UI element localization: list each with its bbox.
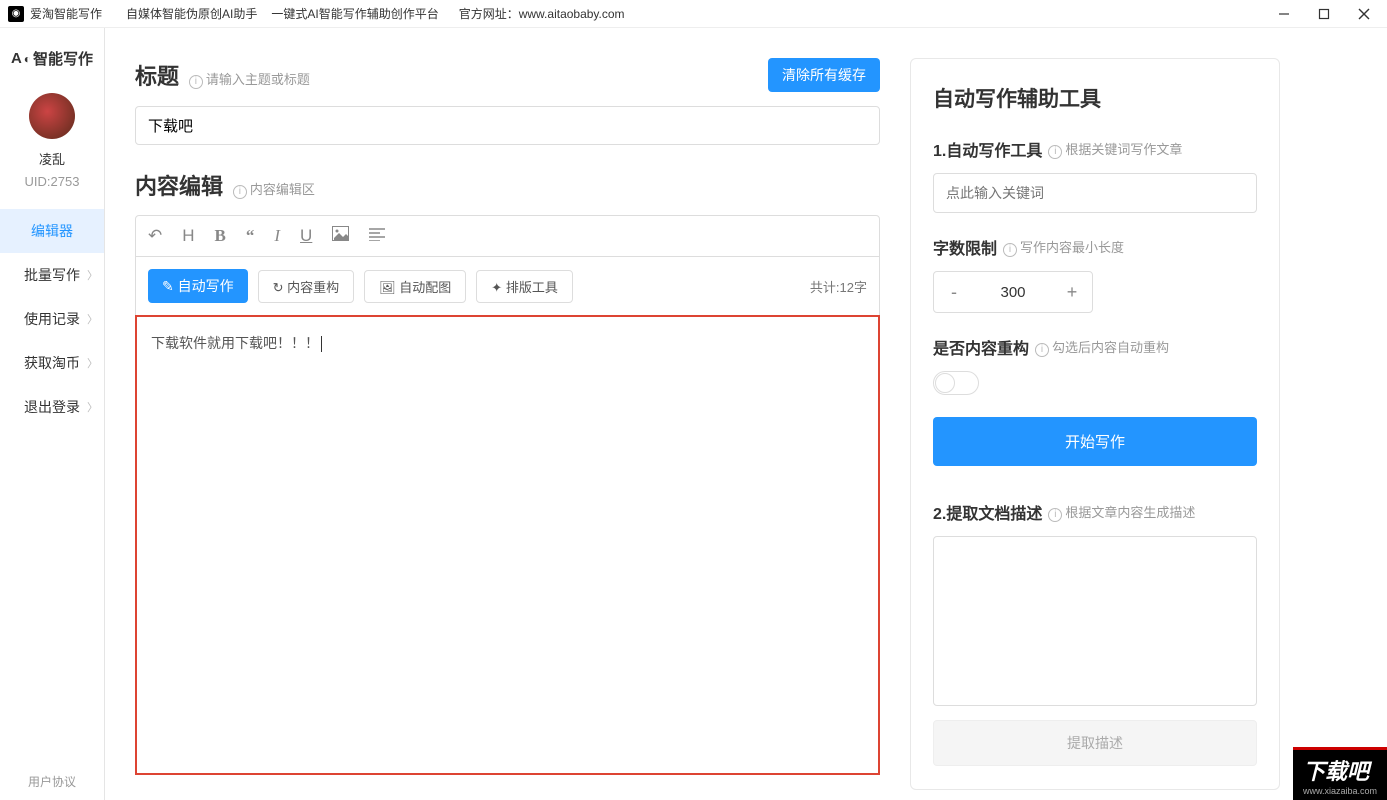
info-icon: i bbox=[1035, 343, 1049, 357]
chevron-right-icon: 〉 bbox=[87, 355, 98, 371]
nav-logout[interactable]: 退出登录〉 bbox=[0, 385, 104, 429]
word-counter: 共计:12字 bbox=[810, 277, 867, 296]
close-button[interactable] bbox=[1349, 1, 1379, 26]
watermark: 下载吧 www.xiazaiba.com bbox=[1293, 747, 1387, 800]
content-hint: i内容编辑区 bbox=[233, 182, 315, 197]
site-label: 官方网址： bbox=[459, 5, 519, 22]
bold-icon[interactable]: B bbox=[215, 226, 226, 246]
description-textarea[interactable] bbox=[933, 536, 1257, 706]
nav-editor[interactable]: 编辑器 bbox=[0, 209, 104, 253]
extract-button[interactable]: 提取描述 bbox=[933, 720, 1257, 766]
sidebar: A◐ 智能写作 凌乱 UID:2753 编辑器 批量写作〉 使用记录〉 获取淘币… bbox=[0, 28, 105, 800]
tools-panel: 自动写作辅助工具 1.自动写作工具 i根据关键词写作文章 字数限制 i写作内容最… bbox=[910, 58, 1280, 790]
quote-icon[interactable]: “ bbox=[246, 226, 255, 246]
undo-icon[interactable]: ↶ bbox=[148, 226, 162, 246]
info-icon: i bbox=[1003, 243, 1017, 257]
nav-coins[interactable]: 获取淘币〉 bbox=[0, 341, 104, 385]
rebuild-toggle[interactable] bbox=[933, 371, 979, 395]
chevron-right-icon: 〉 bbox=[87, 399, 98, 415]
tagline-1: 自媒体智能伪原创AI助手 bbox=[126, 5, 257, 22]
rebuild-button[interactable]: ↻ 内容重构 bbox=[258, 270, 355, 303]
image-icon[interactable] bbox=[332, 226, 349, 246]
auto-write-section-label: 1.自动写作工具 i根据关键词写作文章 bbox=[933, 137, 1257, 161]
word-limit-stepper: - 300 + bbox=[933, 271, 1093, 313]
stepper-minus[interactable]: - bbox=[934, 272, 974, 312]
italic-icon[interactable]: I bbox=[274, 226, 280, 246]
username: 凌乱 bbox=[39, 149, 65, 168]
auto-image-button[interactable]: 🖼 自动配图 bbox=[364, 270, 466, 303]
title-input[interactable] bbox=[135, 106, 880, 145]
info-icon: i bbox=[1048, 508, 1062, 522]
align-icon[interactable] bbox=[369, 226, 385, 246]
app-icon: ◉ bbox=[8, 6, 24, 22]
start-write-button[interactable]: 开始写作 bbox=[933, 417, 1257, 466]
nav-batch[interactable]: 批量写作〉 bbox=[0, 253, 104, 297]
info-icon: i bbox=[1048, 145, 1062, 159]
info-icon: i bbox=[189, 75, 203, 89]
heading-icon[interactable]: H bbox=[182, 226, 194, 246]
minimize-button[interactable] bbox=[1269, 1, 1299, 26]
stepper-plus[interactable]: + bbox=[1052, 272, 1092, 312]
tagline-2: 一键式AI智能写作辅助创作平台 bbox=[271, 5, 438, 22]
chevron-right-icon: 〉 bbox=[87, 267, 98, 283]
app-name: 爱淘智能写作 bbox=[30, 5, 102, 22]
rebuild-toggle-label: 是否内容重构 i勾选后内容自动重构 bbox=[933, 335, 1257, 359]
layout-tool-button[interactable]: ✦ 排版工具 bbox=[476, 270, 573, 303]
title-label: 标题 bbox=[135, 64, 179, 89]
stepper-value: 300 bbox=[974, 284, 1052, 301]
tools-panel-title: 自动写作辅助工具 bbox=[933, 83, 1257, 113]
content-label: 内容编辑 bbox=[135, 174, 223, 199]
word-limit-label: 字数限制 i写作内容最小长度 bbox=[933, 235, 1257, 259]
user-agreement-link[interactable]: 用户协议 bbox=[28, 773, 76, 790]
site-url[interactable]: www.aitaobaby.com bbox=[519, 7, 625, 21]
sidebar-logo: A◐ 智能写作 bbox=[11, 48, 93, 69]
auto-write-button[interactable]: ✎ 自动写作 bbox=[148, 269, 248, 303]
nav-history[interactable]: 使用记录〉 bbox=[0, 297, 104, 341]
chevron-right-icon: 〉 bbox=[87, 311, 98, 327]
maximize-button[interactable] bbox=[1309, 1, 1339, 26]
clear-cache-button[interactable]: 清除所有缓存 bbox=[768, 58, 880, 92]
editor-textarea[interactable]: 下载软件就用下载吧！！！ bbox=[135, 315, 880, 775]
title-hint: i请输入主题或标题 bbox=[189, 72, 310, 87]
editor-toolbar: ↶ H B “ I U bbox=[135, 215, 880, 257]
extract-section-label: 2.提取文档描述 i根据文章内容生成描述 bbox=[933, 500, 1257, 524]
info-icon: i bbox=[233, 185, 247, 199]
uid: UID:2753 bbox=[25, 174, 80, 189]
keyword-input[interactable] bbox=[933, 173, 1257, 213]
avatar[interactable] bbox=[29, 93, 75, 139]
titlebar: ◉ 爱淘智能写作 自媒体智能伪原创AI助手 一键式AI智能写作辅助创作平台 官方… bbox=[0, 0, 1387, 28]
underline-icon[interactable]: U bbox=[300, 226, 312, 246]
